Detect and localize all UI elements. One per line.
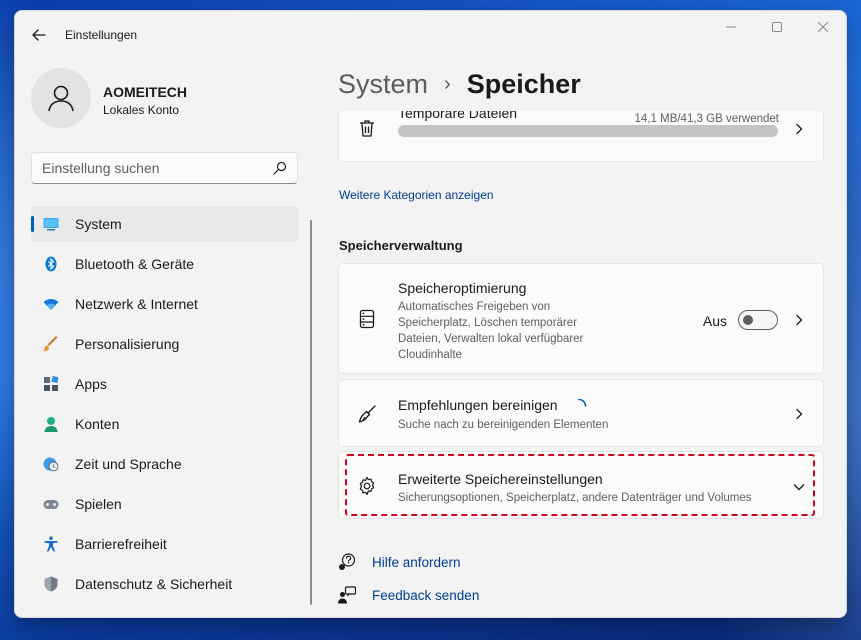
sidebar-item-label: Datenschutz & Sicherheit bbox=[75, 576, 233, 592]
sidebar-item-label: Zeit und Sprache bbox=[75, 456, 182, 472]
back-button[interactable] bbox=[29, 25, 49, 45]
sidebar-item-label: Konten bbox=[75, 416, 120, 432]
person-icon bbox=[44, 417, 58, 432]
get-help-link[interactable]: Hilfe anfordern bbox=[338, 551, 538, 573]
sidebar-scrollbar[interactable] bbox=[310, 220, 312, 605]
user-name: AOMEITECH bbox=[103, 84, 187, 100]
sidebar-item-label: Bluetooth & Geräte bbox=[75, 256, 195, 272]
storage-sense-description: Automatisches Freigeben von Speicherplat… bbox=[398, 301, 584, 361]
page-title: Speicher bbox=[466, 69, 581, 99]
sidebar-item-system[interactable]: System bbox=[31, 206, 299, 242]
sidebar-item-label: Personalisierung bbox=[75, 336, 180, 352]
person-icon bbox=[48, 85, 74, 112]
close-icon bbox=[818, 22, 828, 32]
bluetooth-icon bbox=[45, 256, 57, 272]
chevron-right-icon bbox=[796, 123, 803, 135]
broom-icon bbox=[358, 405, 376, 423]
chevron-right-icon bbox=[796, 408, 803, 420]
cleanup-title: Empfehlungen bereinigen bbox=[398, 397, 558, 413]
chevron-right-icon bbox=[796, 314, 803, 326]
sidebar-item-label: Spielen bbox=[75, 496, 122, 512]
sidebar-item-accounts[interactable]: Konten bbox=[31, 406, 299, 442]
sidebar-item-network[interactable]: Netzwerk & Internet bbox=[31, 286, 299, 322]
breadcrumb-parent[interactable]: System bbox=[338, 69, 428, 100]
maximize-icon bbox=[772, 22, 782, 32]
arrow-left-icon bbox=[32, 29, 46, 41]
maximize-button[interactable] bbox=[754, 11, 800, 43]
section-header-storage-management: Speicherverwaltung bbox=[339, 238, 463, 253]
toggle-knob bbox=[743, 315, 753, 325]
wifi-icon bbox=[43, 299, 59, 310]
search-icon[interactable] bbox=[273, 161, 287, 175]
storage-sense-title: Speicheroptimierung bbox=[398, 280, 527, 296]
sidebar-item-privacy[interactable]: Datenschutz & Sicherheit bbox=[31, 566, 299, 602]
temp-files-usage-bar bbox=[398, 125, 778, 137]
monitor-icon bbox=[43, 218, 59, 231]
sidebar-item-time-language[interactable]: Zeit und Sprache bbox=[31, 446, 299, 482]
temp-files-usage: 14,1 MB/41,3 GB verwendet bbox=[634, 113, 779, 125]
temp-files-card[interactable]: Temporäre Dateien 14,1 MB/41,3 GB verwen… bbox=[338, 111, 824, 162]
account-type: Lokales Konto bbox=[103, 103, 180, 117]
apps-icon bbox=[44, 376, 59, 391]
minimize-button[interactable] bbox=[708, 11, 754, 43]
shield-icon bbox=[44, 576, 58, 592]
breadcrumb: System › Speicher bbox=[338, 69, 581, 100]
sidebar-item-accessibility[interactable]: Barrierefreiheit bbox=[31, 526, 299, 562]
sidebar-item-bluetooth[interactable]: Bluetooth & Geräte bbox=[31, 246, 299, 282]
breadcrumb-separator: › bbox=[444, 73, 451, 95]
storage-sense-card[interactable]: Speicheroptimierung Automatisches Freige… bbox=[338, 263, 824, 374]
globe-clock-icon bbox=[43, 457, 59, 472]
trash-icon bbox=[360, 120, 374, 137]
content-pane: Temporäre Dateien 14,1 MB/41,3 GB verwen… bbox=[338, 111, 824, 617]
sidebar-item-personalization[interactable]: Personalisierung bbox=[31, 326, 299, 362]
send-feedback-link[interactable]: Feedback senden bbox=[338, 584, 538, 606]
get-help-label: Hilfe anfordern bbox=[372, 554, 461, 570]
sidebar-nav: System Bluetooth & Geräte Netzwerk & Int… bbox=[31, 206, 299, 606]
settings-window: Einstellungen AOMEITECH Lokales Konto Sy… bbox=[14, 10, 847, 618]
accessibility-icon bbox=[44, 536, 58, 552]
search-box[interactable] bbox=[31, 152, 298, 184]
more-categories-link[interactable]: Weitere Kategorien anzeigen bbox=[339, 188, 494, 202]
storage-sense-toggle-label: Aus bbox=[702, 313, 727, 329]
cleanup-description: Suche nach zu bereinigenden Elementen bbox=[398, 419, 609, 431]
sidebar-item-apps[interactable]: Apps bbox=[31, 366, 299, 402]
storage-drive-icon bbox=[359, 309, 375, 329]
sidebar-item-label: Apps bbox=[75, 376, 107, 392]
help-chat-icon bbox=[339, 553, 356, 570]
window-controls bbox=[708, 11, 846, 43]
title-bar: Einstellungen bbox=[15, 11, 846, 59]
close-button[interactable] bbox=[800, 11, 846, 43]
sidebar-item-label: Barrierefreiheit bbox=[75, 536, 167, 552]
minimize-icon bbox=[726, 26, 736, 28]
user-profile[interactable]: AOMEITECH Lokales Konto bbox=[31, 68, 311, 128]
sidebar-item-label: Netzwerk & Internet bbox=[75, 296, 198, 312]
loading-spinner-icon bbox=[578, 398, 587, 407]
feedback-icon bbox=[338, 586, 356, 604]
send-feedback-label: Feedback senden bbox=[372, 587, 480, 603]
search-input[interactable] bbox=[42, 153, 262, 183]
highlight-annotation-frame bbox=[345, 454, 815, 516]
brush-icon bbox=[43, 336, 58, 352]
cleanup-recommendations-card[interactable]: Empfehlungen bereinigen Suche nach zu be… bbox=[338, 379, 824, 447]
gamepad-icon bbox=[43, 500, 59, 509]
app-title: Einstellungen bbox=[65, 28, 138, 42]
storage-sense-toggle[interactable] bbox=[738, 310, 778, 330]
advanced-storage-settings-card[interactable]: Erweiterte Speichereinstellungen Sicheru… bbox=[338, 451, 824, 519]
temp-files-title: Temporäre Dateien bbox=[398, 111, 518, 121]
sidebar-item-label: System bbox=[75, 216, 122, 232]
avatar bbox=[31, 68, 91, 128]
sidebar-item-gaming[interactable]: Spielen bbox=[31, 486, 299, 522]
